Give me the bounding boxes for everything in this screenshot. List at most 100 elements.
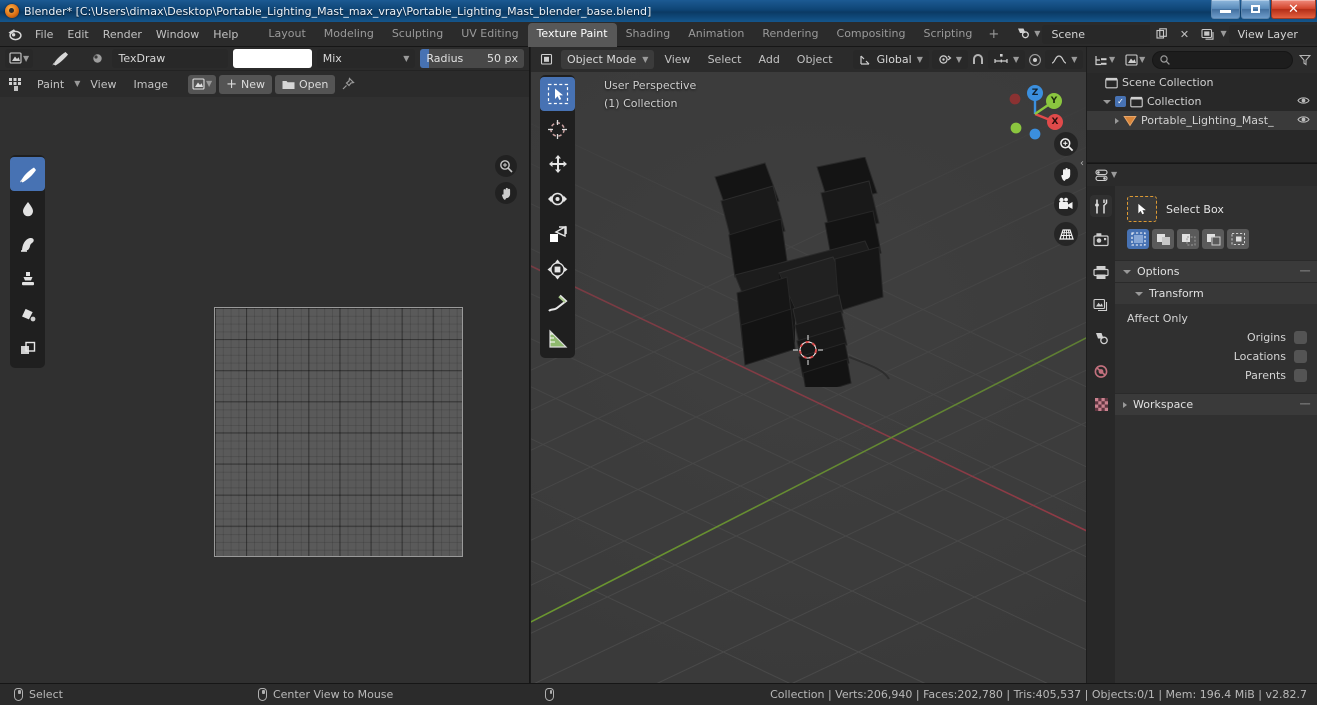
tab-texture-paint[interactable]: Texture Paint (527, 23, 617, 47)
zoom-icon[interactable] (1054, 132, 1078, 156)
proportional-edit-icon[interactable] (1028, 53, 1042, 67)
affect-locations-row[interactable]: Locations (1115, 347, 1317, 366)
panel-header-transform[interactable]: Transform (1115, 282, 1317, 304)
texture-tab[interactable] (1090, 393, 1112, 415)
sidebar-toggle-arrow-icon[interactable]: ‹ (1080, 158, 1084, 169)
tab-scripting[interactable]: Scripting (914, 23, 981, 46)
blender-logo-icon[interactable] (6, 26, 23, 43)
tab-shading[interactable]: Shading (617, 23, 680, 46)
interaction-mode-dropdown[interactable]: Object Mode ▼ (561, 50, 655, 69)
measure-tool-button[interactable] (540, 322, 575, 356)
panel-header-options[interactable]: Options ━━ (1115, 260, 1317, 282)
scene-selector[interactable]: ▼ Scene ✕ (1012, 24, 1194, 44)
image-editor-canvas[interactable] (0, 97, 529, 683)
menu-help[interactable]: Help (206, 26, 245, 43)
menu-render[interactable]: Render (96, 26, 149, 43)
tab-rendering[interactable]: Rendering (753, 23, 827, 46)
collection-checkbox[interactable]: ✓ (1115, 96, 1126, 107)
open-image-button[interactable]: Open (275, 74, 336, 94)
outliner-display-mode-dropdown[interactable]: ▼ (1122, 51, 1148, 70)
panel-header-workspace[interactable]: Workspace ━━ (1115, 393, 1317, 415)
outliner-row-collection[interactable]: ✓ Collection (1087, 92, 1317, 111)
smear-tool-button[interactable] (10, 192, 45, 226)
paint-mode-icon[interactable] (5, 77, 27, 92)
outliner-filter-icon[interactable] (1297, 54, 1313, 66)
lighting-mast-model[interactable] (693, 157, 953, 387)
menu-window[interactable]: Window (149, 26, 206, 43)
view-layer-selector[interactable]: ▼ View Layer ✕ (1198, 24, 1317, 44)
pan-icon[interactable] (1054, 162, 1078, 186)
tab-modeling[interactable]: Modeling (315, 23, 383, 46)
visibility-eye-icon[interactable] (1297, 114, 1310, 125)
gizmo-axis-x[interactable]: X (1047, 114, 1063, 130)
viewport-menu-select[interactable]: Select (701, 51, 749, 68)
viewport-menu-view[interactable]: View (657, 51, 697, 68)
menu-image[interactable]: Image (127, 76, 175, 93)
outliner-row-scene-collection[interactable]: Scene Collection (1087, 73, 1317, 92)
soften-tool-button[interactable] (10, 227, 45, 261)
select-box-tool-button[interactable] (540, 77, 575, 111)
close-button[interactable]: ✕ (1271, 0, 1316, 19)
output-tab[interactable] (1090, 261, 1112, 283)
brush-name-field[interactable]: TexDraw (111, 49, 228, 68)
select-mode-intersect-button[interactable] (1227, 229, 1249, 249)
expand-arrow-icon[interactable] (1103, 99, 1111, 104)
transform-tool-button[interactable] (540, 252, 575, 286)
tab-sculpting[interactable]: Sculpting (383, 23, 452, 46)
new-image-button[interactable]: + New (219, 74, 273, 94)
pivot-point-dropdown[interactable]: ▼ (931, 50, 969, 69)
viewport-3d-canvas[interactable]: User Perspective (1) Collection Z Y X ‹ (531, 72, 1086, 683)
menu-paint[interactable]: Paint (30, 76, 71, 93)
visibility-eye-icon[interactable] (1297, 95, 1310, 106)
image-datablock-selector[interactable]: ▼ (187, 74, 217, 94)
expand-arrow-icon[interactable] (1115, 117, 1119, 124)
brush-radius-slider[interactable]: Radius 50 px (420, 49, 524, 68)
tool-tab[interactable] (1090, 195, 1112, 217)
tab-uv-editing[interactable]: UV Editing (452, 23, 527, 46)
uv-texture-grid[interactable] (214, 307, 463, 557)
move-tool-button[interactable] (540, 147, 575, 181)
viewport-menu-object[interactable]: Object (790, 51, 840, 68)
select-mode-set-button[interactable] (1127, 229, 1149, 249)
brush-color-swatch[interactable] (232, 49, 312, 68)
snap-settings-dropdown[interactable]: ▼ (988, 50, 1026, 69)
maximize-button[interactable] (1241, 0, 1270, 19)
viewport-editor-type-selector[interactable] (536, 50, 558, 69)
world-tab[interactable] (1090, 360, 1112, 382)
ortho-persp-icon[interactable] (1054, 222, 1078, 246)
camera-icon[interactable] (1054, 192, 1078, 216)
new-scene-icon[interactable] (1152, 25, 1172, 44)
zoom-icon[interactable] (495, 155, 517, 177)
menu-view[interactable]: View (83, 76, 123, 93)
affect-parents-checkbox[interactable] (1294, 369, 1307, 382)
gizmo-axis-y[interactable]: Y (1046, 93, 1062, 109)
fill-tool-button[interactable] (10, 297, 45, 331)
blend-mode-dropdown[interactable]: Mix ▼ (316, 49, 416, 68)
add-workspace-button[interactable]: + (981, 27, 1006, 42)
tab-compositing[interactable]: Compositing (828, 23, 915, 46)
outliner-editor-type-selector[interactable]: ▼ (1091, 51, 1118, 70)
transform-orientation-dropdown[interactable]: Global ▼ (852, 50, 929, 69)
rotate-tool-button[interactable] (540, 182, 575, 216)
scene-name-field[interactable]: Scene (1042, 24, 1151, 44)
pan-icon[interactable] (495, 182, 517, 204)
clone-tool-button[interactable] (10, 262, 45, 296)
menu-edit[interactable]: Edit (60, 26, 95, 43)
brush-tool-button[interactable] (10, 157, 45, 191)
cursor-tool-button[interactable] (540, 112, 575, 146)
annotate-tool-button[interactable] (540, 287, 575, 321)
mask-tool-button[interactable] (10, 332, 45, 366)
pin-icon[interactable] (338, 77, 358, 91)
outliner-row-object[interactable]: Portable_Lighting_Mast_ (1087, 111, 1317, 130)
affect-origins-row[interactable]: Origins (1115, 328, 1317, 347)
scale-tool-button[interactable] (540, 217, 575, 251)
tab-layout[interactable]: Layout (259, 23, 314, 46)
outliner-search-input[interactable] (1152, 51, 1293, 69)
gizmo-axis-z[interactable]: Z (1027, 85, 1043, 101)
select-mode-invert-button[interactable] (1202, 229, 1224, 249)
editor-type-selector[interactable]: ▼ (5, 49, 34, 68)
tab-animation[interactable]: Animation (679, 23, 753, 46)
viewport-menu-add[interactable]: Add (752, 51, 787, 68)
scene-tab[interactable] (1090, 327, 1112, 349)
affect-origins-checkbox[interactable] (1294, 331, 1307, 344)
